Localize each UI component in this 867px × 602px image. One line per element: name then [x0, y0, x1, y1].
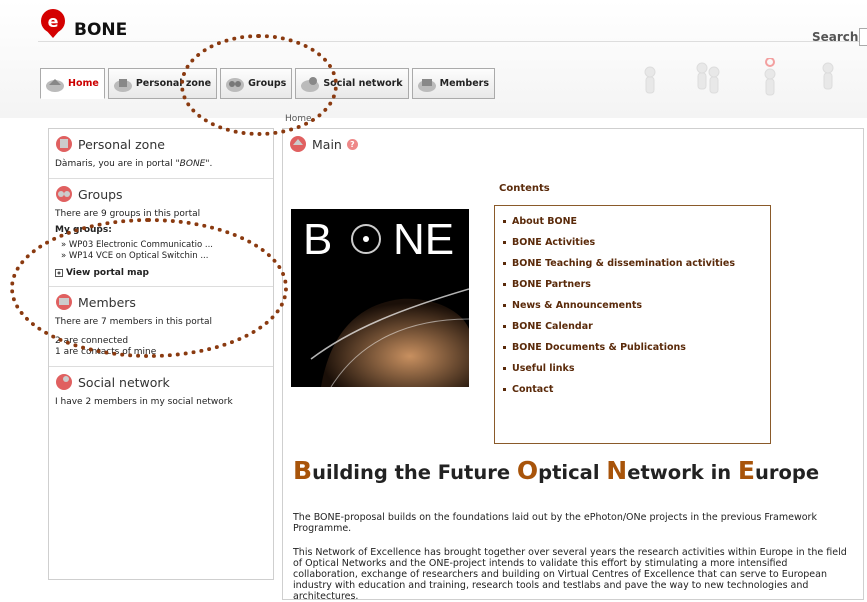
app-title: BONE [74, 20, 128, 40]
contents-list: About BONE BONE Activities BONE Teaching… [495, 206, 770, 395]
social-network-icon [56, 374, 72, 390]
bone-image: B NE [291, 209, 469, 387]
contents-link-label: About BONE [512, 216, 578, 227]
people-illustration-icon [644, 58, 834, 96]
contents-link[interactable]: BONE Documents & Publications [503, 342, 770, 353]
contents-link-label: BONE Calendar [512, 321, 593, 332]
contents-title: Contents [499, 183, 550, 194]
search-label: Search [812, 30, 859, 44]
europe-map-illustration: B NE [291, 209, 469, 387]
headline-cap: N [606, 456, 628, 485]
members-icon [417, 78, 436, 92]
search-input[interactable] [859, 28, 867, 46]
contents-link-label: Contact [512, 384, 554, 395]
contents-box: About BONE BONE Activities BONE Teaching… [494, 205, 771, 444]
image-letter-left: B [303, 215, 332, 264]
tab-label: Members [439, 78, 490, 89]
contents-link[interactable]: Useful links [503, 363, 770, 374]
header: e BONE Search [0, 0, 867, 118]
image-letters-right: NE [393, 215, 454, 264]
contents-link[interactable]: BONE Calendar [503, 321, 770, 332]
annotation-circle-groups-panel [10, 218, 288, 358]
sidebar-section-header[interactable]: Groups [55, 185, 267, 203]
headline-cap: B [293, 456, 313, 485]
social-network-text: I have 2 members in my social network [55, 397, 233, 407]
contents-link[interactable]: BONE Partners [503, 279, 770, 290]
headline-text: uilding the Future [312, 461, 517, 484]
home-icon [290, 136, 306, 152]
sidebar-social-network: Social network I have 2 members in my so… [49, 367, 273, 416]
contents-link-label: BONE Documents & Publications [512, 342, 686, 353]
header-divider [38, 41, 867, 42]
headline: Building the Future Optical Network in E… [293, 456, 819, 485]
contents-link-label: BONE Teaching & dissemination activities [512, 258, 735, 269]
headline-cap: E [737, 456, 755, 485]
portal-name: "BONE" [175, 159, 210, 169]
intro-paragraph-1: The BONE-proposal builds on the foundati… [293, 512, 817, 534]
sidebar-section-header[interactable]: Social network [55, 373, 267, 391]
annotation-circle-groups-tab [180, 34, 338, 136]
contents-link-label: BONE Activities [512, 237, 596, 248]
tab-label: Home [68, 78, 99, 89]
contents-link[interactable]: News & Announcements [503, 300, 770, 311]
groups-icon [56, 186, 72, 202]
help-icon[interactable]: ? [346, 138, 358, 150]
section-title: Personal zone [78, 136, 165, 152]
headline-text: etwork in [627, 461, 738, 484]
headline-text: urope [755, 461, 820, 484]
personal-zone-icon [56, 136, 72, 152]
portal-info-suffix: . [209, 159, 213, 169]
headline-cap: O [516, 456, 539, 485]
sidebar-personal-zone: Personal zone Dàmaris, you are in portal… [49, 129, 273, 179]
contents-link-label: Useful links [512, 363, 575, 374]
tab-home[interactable]: Home [40, 68, 105, 99]
main-panel: Main ? Contents B NE About BONE BONE Act… [282, 128, 864, 602]
main-title: Main [312, 136, 342, 152]
main-header: Main ? [289, 135, 358, 153]
portal-info-text: Dàmaris, you are in portal "BONE". [55, 159, 267, 170]
portal-info-prefix: Dàmaris, you are in portal [55, 159, 176, 169]
contents-link-label: News & Announcements [512, 300, 643, 311]
home-icon [46, 78, 64, 92]
svg-text:e: e [48, 12, 59, 31]
contents-link[interactable]: About BONE [503, 216, 770, 227]
contents-link-label: BONE Partners [512, 279, 591, 290]
personal-zone-icon [113, 78, 132, 92]
intro-paragraph-2: This Network of Excellence has brought t… [293, 547, 847, 602]
contents-link[interactable]: Contact [503, 384, 770, 395]
section-title: Social network [78, 374, 170, 390]
app-logo-icon[interactable]: e [38, 8, 68, 38]
headline-text: ptical [538, 461, 607, 484]
section-title: Groups [78, 186, 123, 202]
contents-link[interactable]: BONE Teaching & dissemination activities [503, 258, 770, 269]
tab-members[interactable]: Members [411, 68, 496, 99]
sidebar-section-header[interactable]: Personal zone [55, 135, 267, 153]
contents-link[interactable]: BONE Activities [503, 237, 770, 248]
